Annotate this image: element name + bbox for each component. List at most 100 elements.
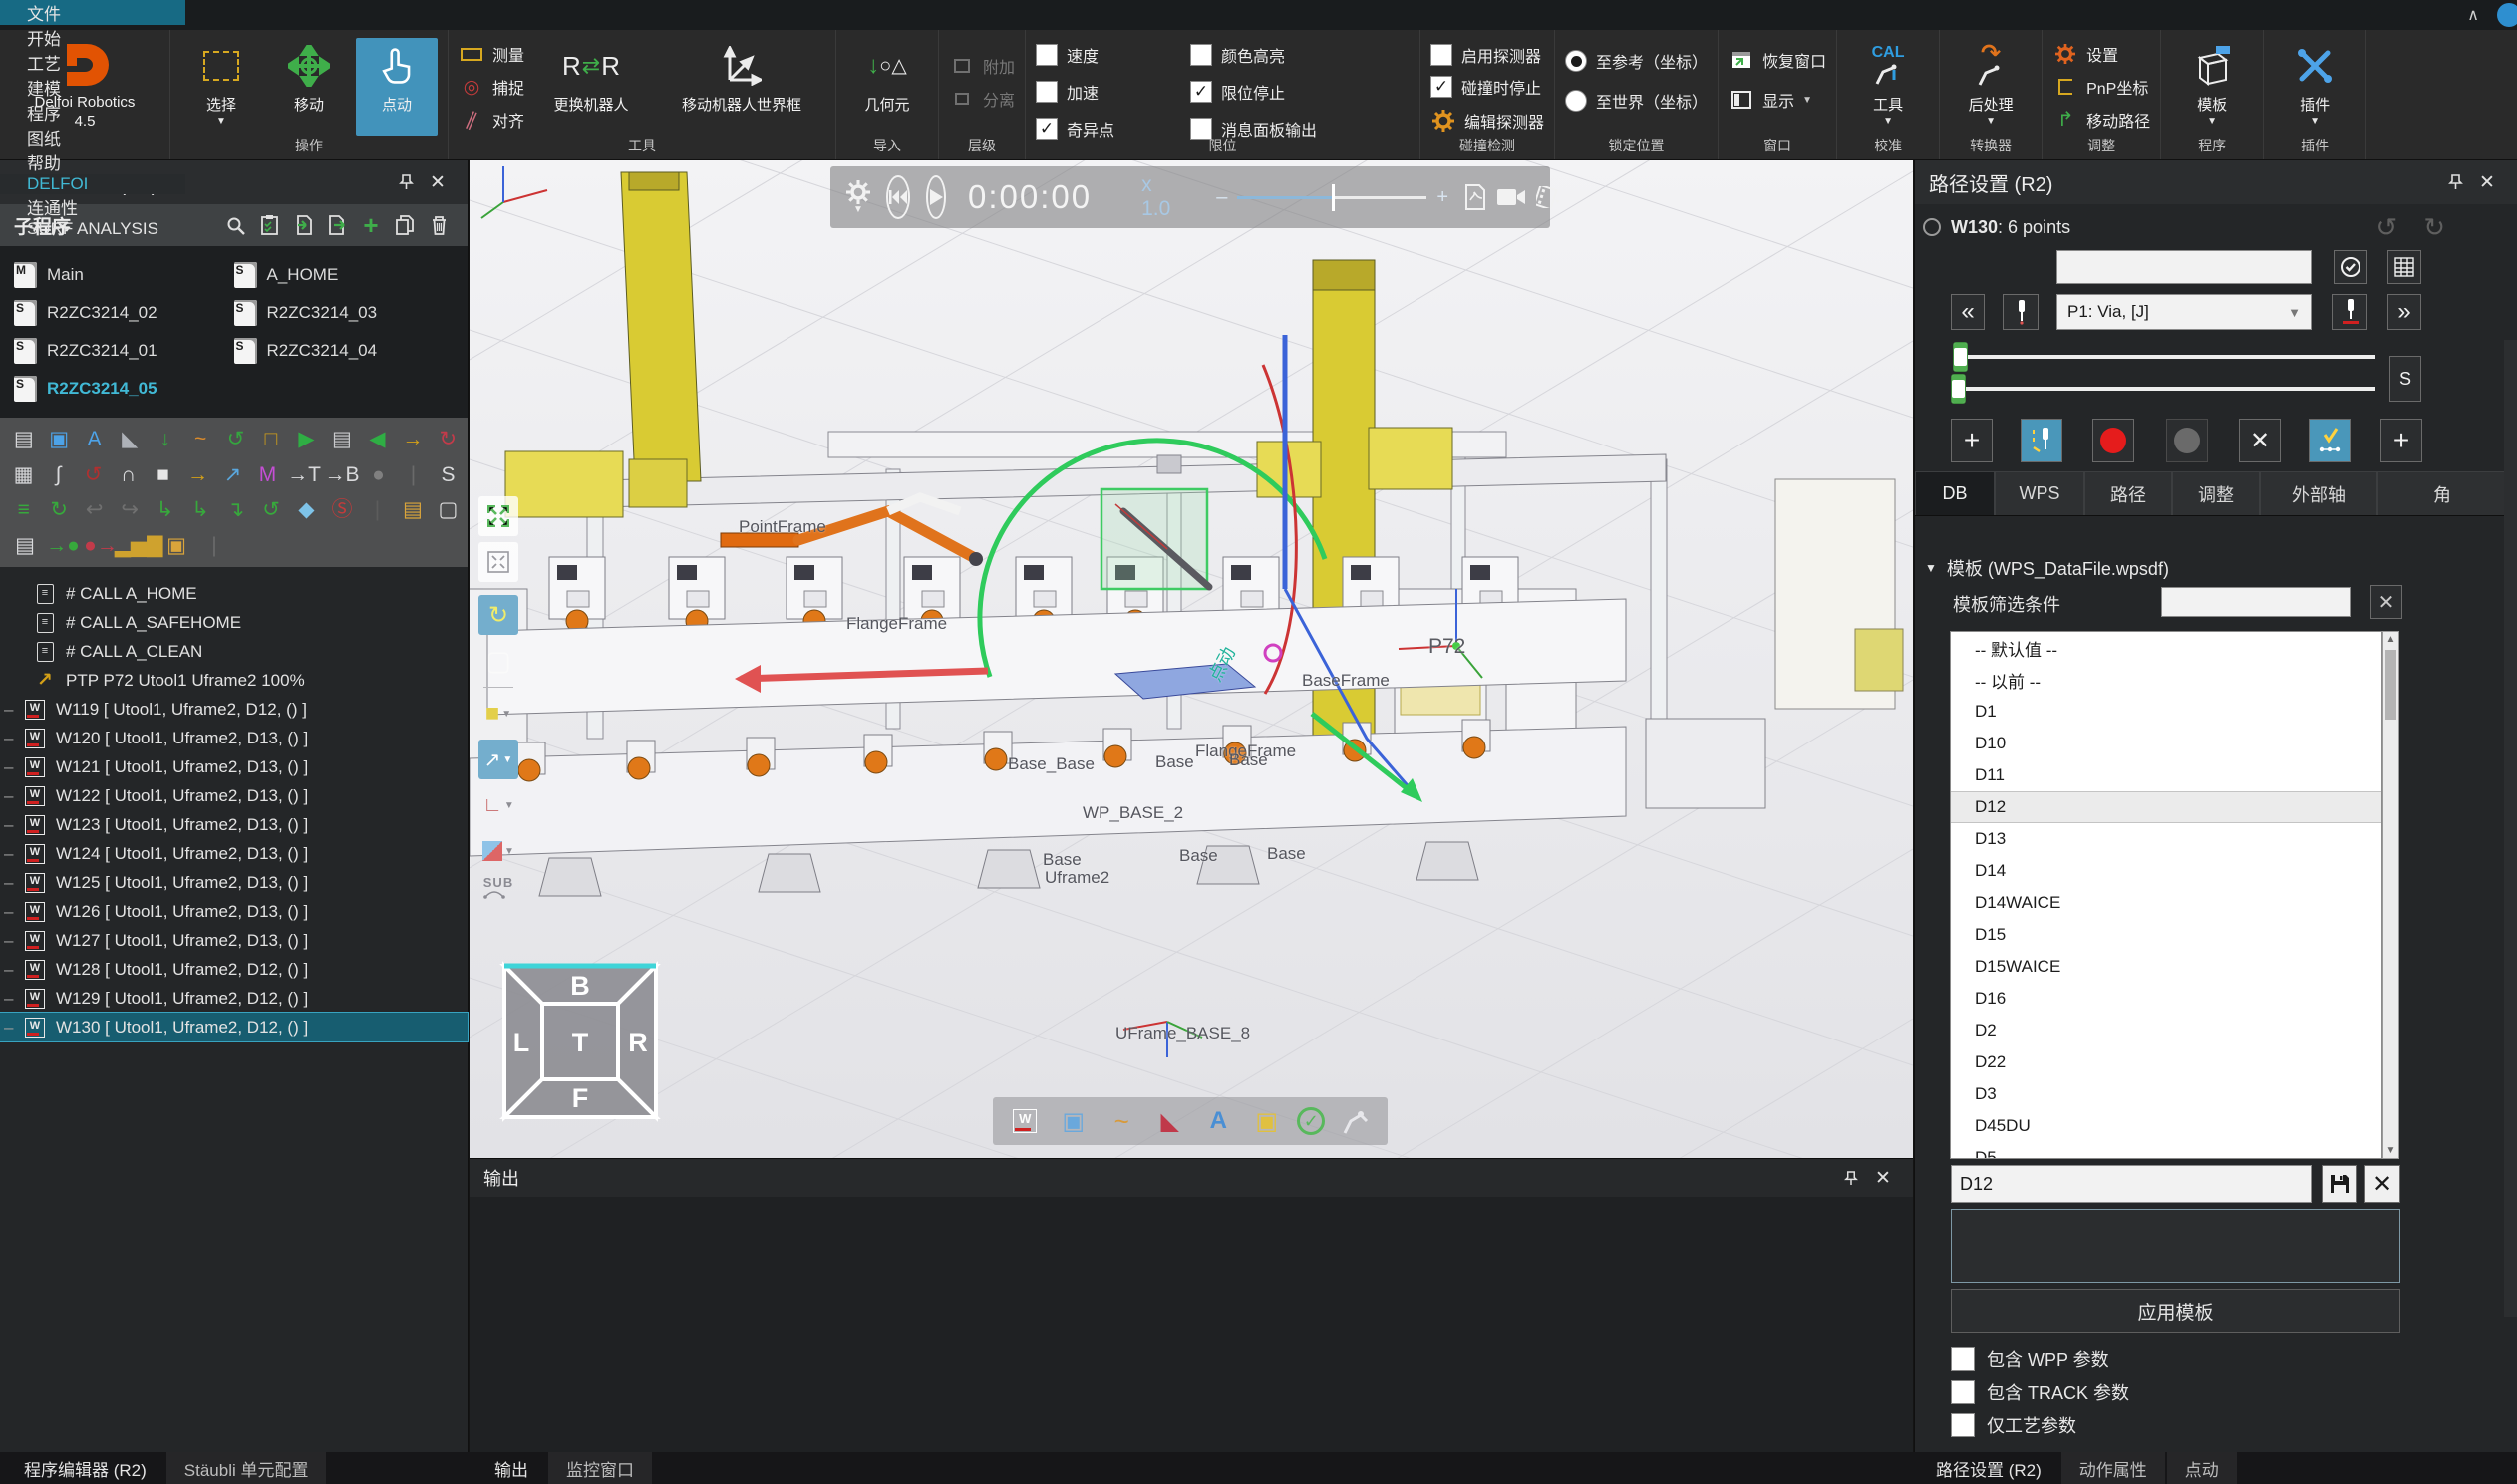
delete-template-button[interactable]: ✕ [2364, 1165, 2400, 1203]
measure-button[interactable]: 测量 [459, 40, 524, 68]
toolbox-icon[interactable]: S [437, 461, 460, 487]
plugin-button[interactable]: 插件 ▼ [2274, 38, 2356, 136]
toolbox-icon[interactable]: ↺ [82, 461, 105, 487]
frame-mode-icon[interactable]: ↗▼ [478, 740, 518, 779]
point-dropdown[interactable]: P1: Via, [J]▼ [2056, 294, 2312, 330]
viewport-3d[interactable]: PointFrameFlangeFrameP72BaseFrameFlangeF… [470, 160, 1913, 1158]
center-bottom-tab[interactable]: 监控窗口 [548, 1452, 652, 1484]
template-option-checkbox[interactable]: 包含 WPP 参数 [1951, 1342, 2517, 1375]
template-list[interactable]: -- 默认值 ---- 以前 --D1D10D11D12D13D14D14WAI… [1950, 631, 2382, 1159]
path-settings-tab[interactable]: 角 [2377, 471, 2507, 515]
rewind-button[interactable] [886, 175, 910, 219]
program-line[interactable]: W W123 [ Utool1, Uframe2, D13, () ] [0, 810, 468, 839]
verify-path-button[interactable] [2309, 419, 2351, 462]
speed-slider[interactable] [1237, 196, 1426, 199]
toolbox-icon[interactable]: A [83, 427, 106, 452]
template-item[interactable]: D2 [1951, 1015, 2381, 1046]
robot-pose-icon[interactable] [1338, 1103, 1374, 1139]
checklist-icon[interactable] [254, 210, 284, 240]
add-point-after-button[interactable]: + [2380, 419, 2422, 462]
record-video-icon[interactable] [1496, 187, 1526, 207]
right-bottom-tab[interactable]: 点动 [2167, 1452, 2237, 1484]
add-point-before-button[interactable]: + [1951, 419, 1993, 462]
program-line[interactable]: W W130 [ Utool1, Uframe2, D12, () ] [0, 1013, 468, 1041]
export-pdf-icon[interactable] [1464, 184, 1486, 210]
panel-icon[interactable]: ▣ [1056, 1103, 1092, 1139]
center-bottom-tab[interactable]: 输出 [476, 1452, 546, 1484]
subprogram-item[interactable]: S A_HOME [234, 262, 455, 288]
delete-point-button[interactable]: ✕ [2239, 419, 2281, 462]
path-settings-tab[interactable]: 调整 [2172, 471, 2260, 515]
template-name-input[interactable] [1951, 1165, 2312, 1203]
jog-button[interactable]: 点动 [356, 38, 438, 136]
export-program-icon[interactable] [322, 210, 352, 240]
import-program-icon[interactable] [288, 210, 318, 240]
lock-radio[interactable]: 至世界（坐标） [1565, 86, 1708, 116]
play-button[interactable] [926, 175, 946, 219]
path-settings-tab[interactable]: 路径 [2084, 471, 2172, 515]
template-item[interactable]: D5 [1951, 1142, 2381, 1159]
toolbox-icon[interactable]: ● [367, 461, 390, 487]
template-list-scrollbar[interactable]: ▲▼ [2382, 631, 2399, 1159]
attach-button[interactable]: 附加 [949, 52, 1015, 80]
copy-icon[interactable] [390, 210, 420, 240]
close-icon[interactable]: ✕ [1867, 1163, 1899, 1193]
right-bottom-tab[interactable]: 动作属性 [2061, 1452, 2165, 1484]
toolbox-icon[interactable]: ↺ [259, 497, 282, 523]
toolbox-icon[interactable]: ▦ [12, 461, 35, 487]
toolbox-icon[interactable]: ▂▅▇ [126, 532, 152, 558]
template-description-box[interactable] [1951, 1209, 2400, 1283]
confirm-point-button[interactable] [2334, 250, 2367, 284]
menu-item[interactable]: 连通性 [0, 194, 185, 219]
path-settings-tab[interactable]: DB [1915, 471, 1995, 515]
limit-checkbox[interactable]: 速度 [1036, 40, 1185, 70]
program-line[interactable]: W W129 [ Utool1, Uframe2, D12, () ] [0, 984, 468, 1013]
menu-item[interactable]: 工艺 [0, 50, 185, 75]
film-strip-icon[interactable] [1536, 186, 1560, 208]
calibration-tool-button[interactable]: CAL 工具 ▼ [1847, 38, 1929, 136]
subprogram-item[interactable]: S R2ZC3214_01 [14, 338, 234, 364]
ribbon-collapse-icon[interactable]: ∧ [2467, 5, 2479, 25]
menu-item[interactable]: 文件 [0, 0, 185, 25]
delete-icon[interactable] [424, 210, 454, 240]
jog-turn-icon[interactable]: ↻ [478, 595, 518, 635]
output-log-body[interactable] [470, 1197, 1913, 1453]
toolbox-icon[interactable]: ▤ [401, 497, 424, 523]
collision-checkbox[interactable]: 碰撞时停止 [1430, 72, 1544, 102]
program-line[interactable]: W W128 [ Utool1, Uframe2, D12, () ] [0, 955, 468, 984]
subprogram-item[interactable]: S R2ZC3214_03 [234, 300, 455, 326]
template-item[interactable]: D16 [1951, 983, 2381, 1015]
limit-checkbox[interactable]: 颜色高亮 [1190, 40, 1410, 70]
path-settings-tab[interactable]: WPS [1995, 471, 2084, 515]
collision-checkbox[interactable]: 启用探测器 [1430, 40, 1544, 70]
torch-down-button[interactable] [2332, 294, 2367, 330]
toolbox-icon[interactable]: | [402, 461, 425, 487]
template-item[interactable]: D12 [1951, 791, 2381, 823]
toolbox-icon[interactable]: ▤ [12, 532, 38, 558]
chart-icon[interactable]: ◣ [1152, 1103, 1188, 1139]
move-robot-world-frame-button[interactable]: 移动机器人世界框 [658, 38, 825, 136]
zoom-selected-icon[interactable] [478, 542, 518, 582]
toolbox-icon[interactable]: M [256, 461, 279, 487]
toolbox-icon[interactable]: ◀ [366, 427, 389, 452]
view-cube[interactable]: B L T R F [496, 958, 664, 1125]
path-points-icon[interactable]: ~ [1103, 1103, 1139, 1139]
right-bottom-tab[interactable]: 路径设置 (R2) [1918, 1452, 2059, 1484]
display-button[interactable]: 显示 ▼ [1729, 86, 1826, 114]
menu-item[interactable]: 建模 [0, 75, 185, 100]
toolbox-icon[interactable]: ↗ [221, 461, 244, 487]
subprogram-item[interactable]: S R2ZC3214_05 [14, 376, 234, 402]
toolbox-icon[interactable]: ↻ [47, 497, 70, 523]
menu-item[interactable]: 程序 [0, 100, 185, 125]
toolbox-icon[interactable]: ◣ [118, 427, 141, 452]
limit-checkbox[interactable]: 限位停止 [1190, 77, 1410, 107]
template-item[interactable]: -- 以前 -- [1951, 664, 2381, 696]
postprocess-button[interactable]: ↷ 后处理 ▼ [1950, 38, 2032, 136]
torch-to-point-button[interactable] [2003, 294, 2039, 330]
path-radio[interactable] [1923, 218, 1941, 236]
toolbox-icon[interactable]: ↳ [154, 497, 176, 523]
program-line[interactable]: W W126 [ Utool1, Uframe2, D13, () ] [0, 897, 468, 926]
toolbox-icon[interactable]: ◆ [295, 497, 318, 523]
template-item[interactable]: D14 [1951, 855, 2381, 887]
menu-item[interactable]: SURF ANALYSIS [0, 219, 185, 239]
